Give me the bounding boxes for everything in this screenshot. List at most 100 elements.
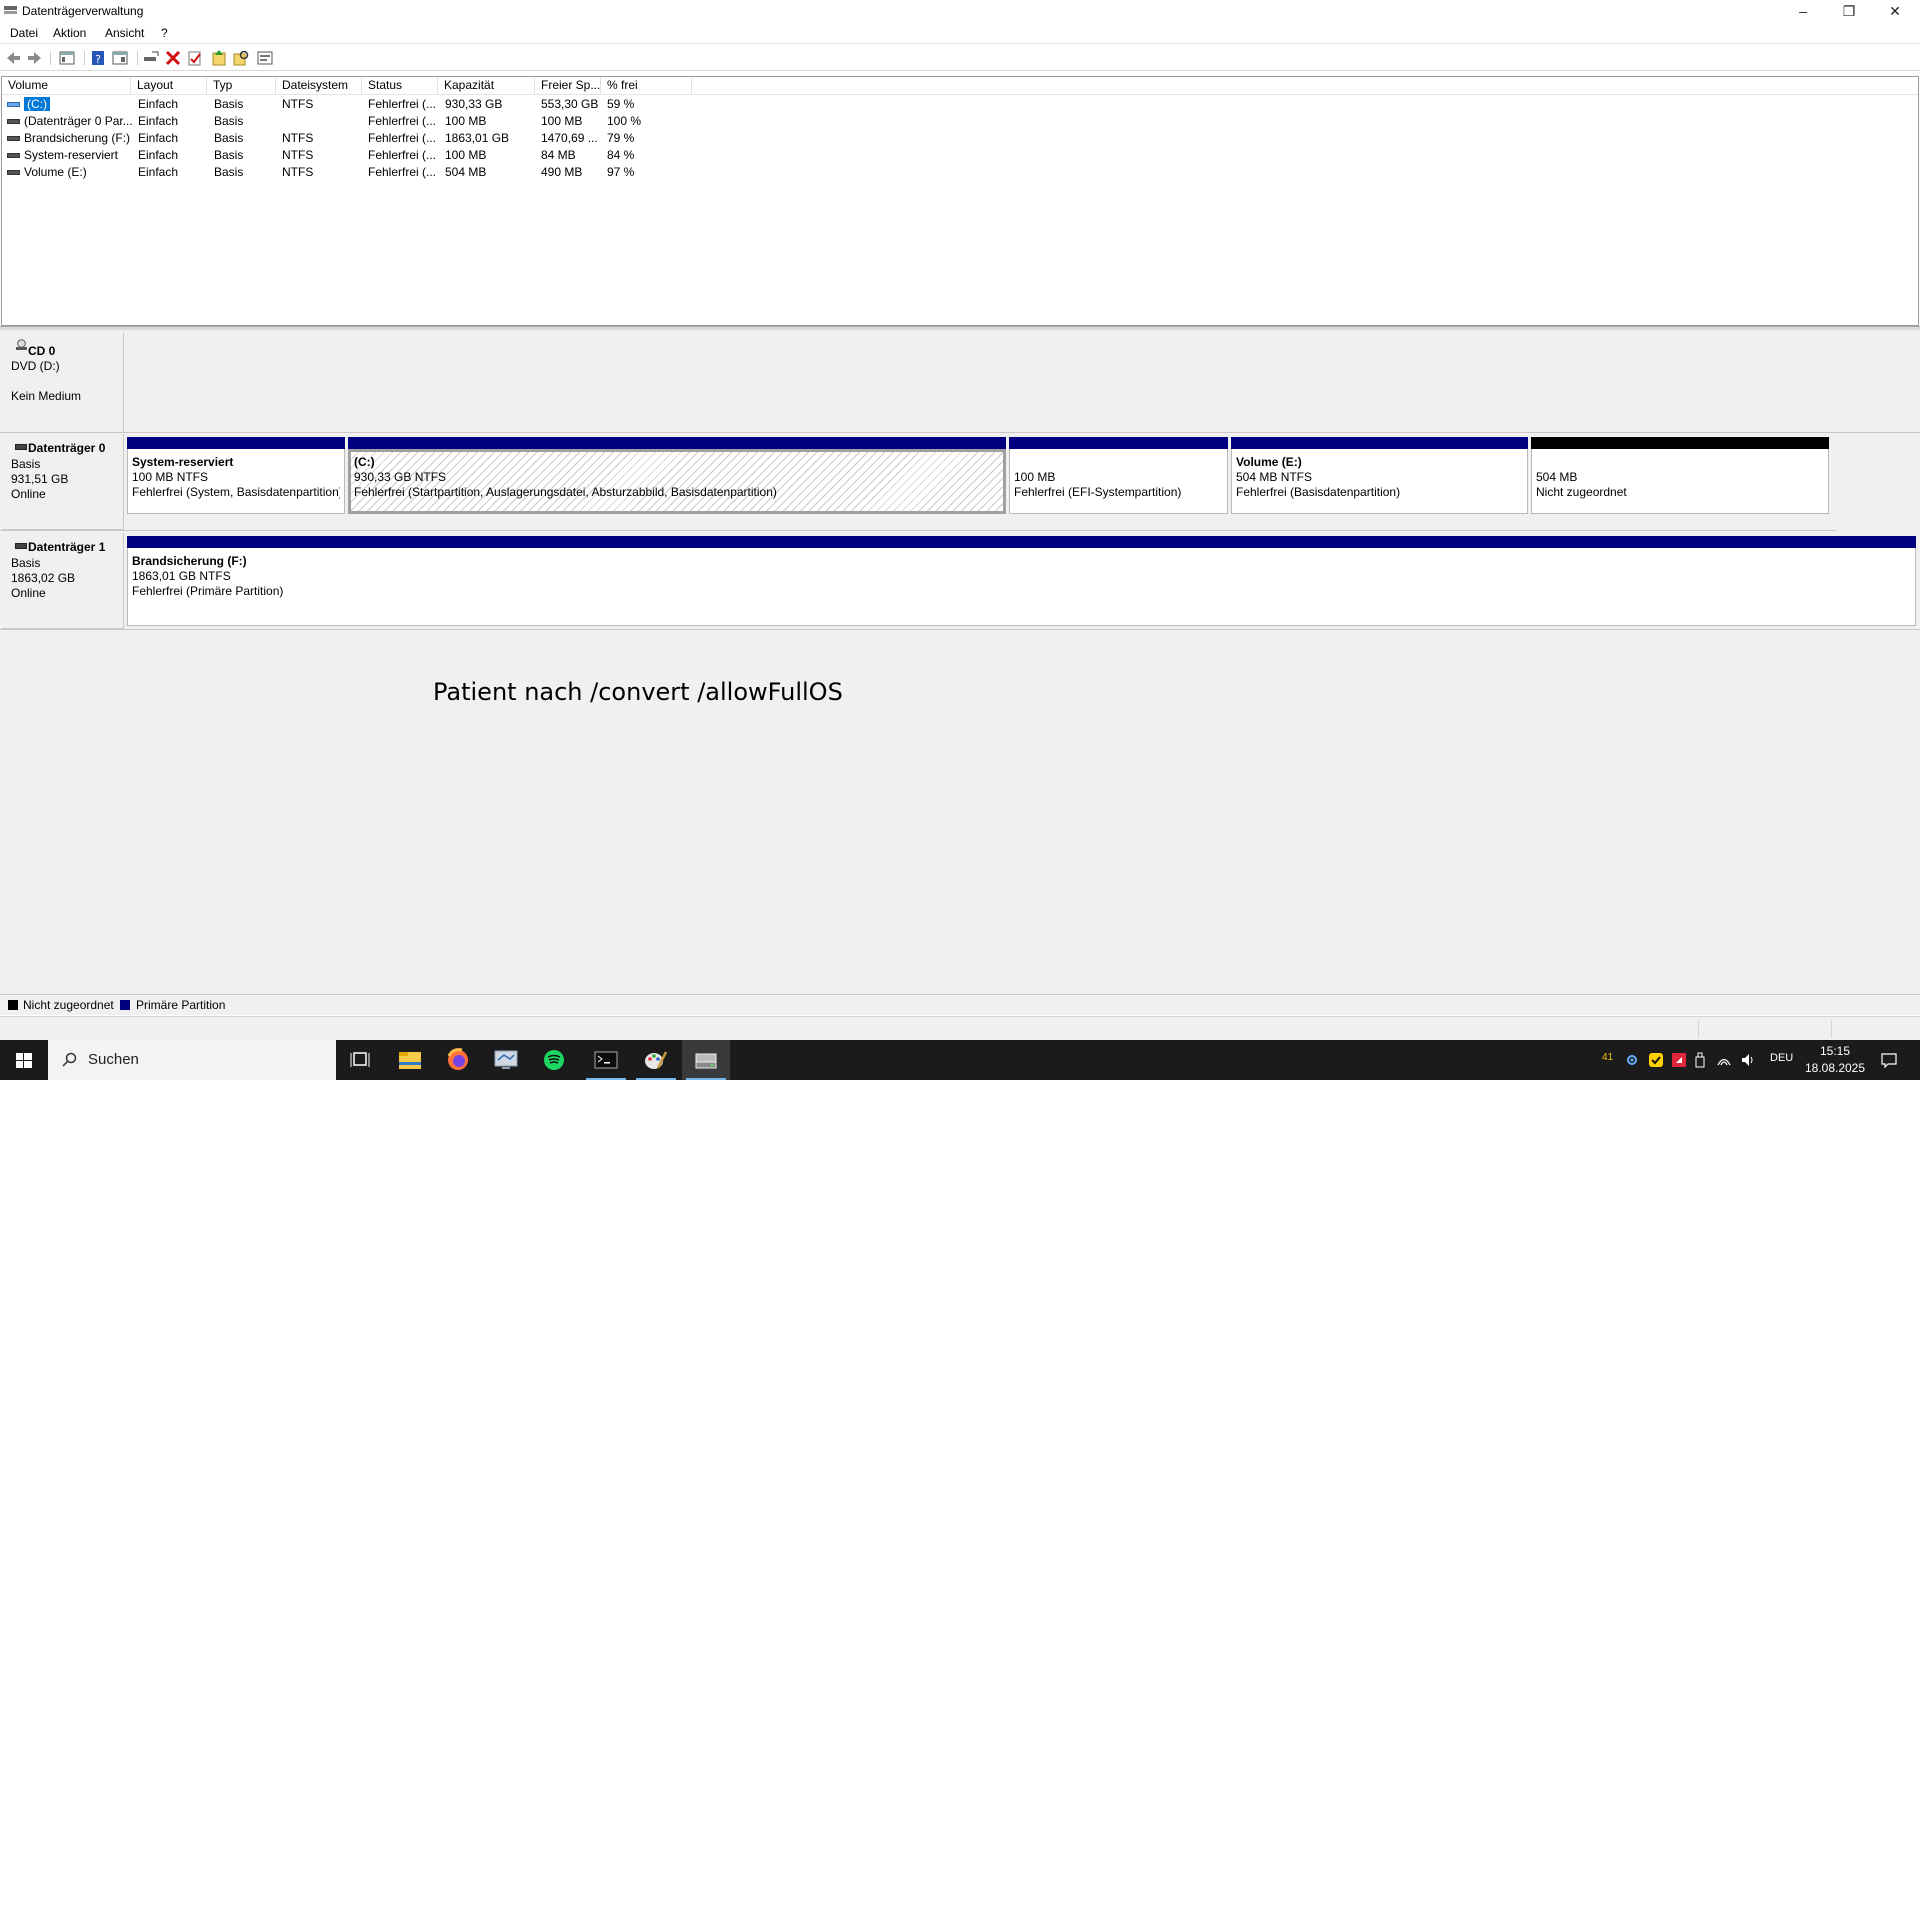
cell-capacity: 504 MB bbox=[445, 164, 486, 181]
annotation-text: Patient nach /convert /allowFullOS bbox=[433, 678, 843, 706]
cell-status-text: Fehlerfrei (... bbox=[368, 165, 437, 179]
column-status[interactable]: Status bbox=[362, 77, 438, 94]
partition-body: Brandsicherung (F:) 1863,01 GB NTFS Fehl… bbox=[127, 548, 1916, 626]
properties-icon[interactable] bbox=[111, 49, 129, 67]
partition-name bbox=[1014, 455, 1223, 470]
disk-management-button[interactable] bbox=[682, 1040, 730, 1080]
cell-layout-text: Einfach bbox=[138, 97, 179, 111]
forward-icon[interactable] bbox=[26, 49, 44, 67]
menu-aktion[interactable]: Aktion bbox=[53, 26, 86, 40]
partition-body: Volume (E:) 504 MB NTFS Fehlerfrei (Basi… bbox=[1231, 449, 1528, 514]
volume-row[interactable]: System-reserviert Einfach Basis NTFS Fehlerf… bbox=[2, 147, 1918, 164]
console-tree-icon[interactable] bbox=[58, 49, 76, 67]
volume-row[interactable]: (C:) Einfach Basis NTFS Fehlerfrei (... 930,3… bbox=[2, 96, 1918, 113]
cell-status: Fehlerfrei (... bbox=[368, 164, 436, 181]
notification-center-icon[interactable] bbox=[1880, 1052, 1898, 1068]
cell-percent-free-text: 79 % bbox=[607, 131, 635, 145]
connect-icon[interactable] bbox=[142, 49, 160, 67]
paint-button[interactable] bbox=[632, 1040, 680, 1080]
toolbar: ? bbox=[0, 46, 1920, 71]
delete-icon[interactable] bbox=[164, 49, 182, 67]
back-icon[interactable] bbox=[4, 49, 22, 67]
restore-button[interactable]: ❐ bbox=[1826, 0, 1872, 22]
partition-volume-e[interactable]: Volume (E:) 504 MB NTFS Fehlerfrei (Basi… bbox=[1231, 437, 1528, 514]
gear-icon[interactable] bbox=[1625, 1052, 1639, 1068]
cell-free-space-text: 490 MB bbox=[541, 165, 583, 179]
column-freier-speicher[interactable]: Freier Sp... bbox=[535, 77, 601, 94]
partition-system-reserved[interactable]: System-reserviert 100 MB NTFS Fehlerfrei… bbox=[127, 437, 345, 514]
file-explorer-icon[interactable] bbox=[386, 1040, 434, 1080]
column-dateisystem[interactable]: Dateisystem bbox=[276, 77, 362, 94]
amd-icon[interactable] bbox=[1671, 1052, 1687, 1068]
volume-row[interactable]: (Datenträger 0 Par... Einfach Basis Fehlerf… bbox=[2, 113, 1918, 130]
cell-layout-text: Einfach bbox=[138, 131, 179, 145]
tray-badge-count[interactable]: 41 bbox=[1602, 1052, 1613, 1068]
disk-name: Datenträger 1 bbox=[28, 540, 106, 554]
task-view-icon[interactable] bbox=[336, 1040, 384, 1080]
partition-status: Fehlerfrei (Startpartition, Auslagerungs… bbox=[354, 485, 777, 499]
cell-status-text: Fehlerfrei (... bbox=[368, 97, 437, 111]
cell-type: Basis bbox=[214, 130, 243, 147]
cell-layout-text: Einfach bbox=[138, 148, 179, 162]
partition-bar bbox=[127, 536, 1916, 548]
usb-drive-icon[interactable] bbox=[1694, 1052, 1706, 1068]
windows-start-icon[interactable] bbox=[0, 1040, 48, 1080]
terminal-button[interactable] bbox=[582, 1040, 630, 1080]
remote-desktop-icon[interactable] bbox=[482, 1040, 530, 1080]
menu-datei[interactable]: Datei bbox=[10, 26, 38, 40]
cell-filesystem-text: NTFS bbox=[282, 131, 314, 145]
settings-icon[interactable] bbox=[256, 49, 274, 67]
cell-status: Fehlerfrei (... bbox=[368, 113, 436, 130]
disk-label-disk0[interactable]: Datenträger 0 Basis 931,51 GB Online bbox=[2, 434, 124, 530]
cell-volume-text: System-reserviert bbox=[24, 148, 119, 162]
column-kapazitaet[interactable]: Kapazität bbox=[438, 77, 535, 94]
cell-status: Fehlerfrei (... bbox=[368, 147, 436, 164]
system-clock[interactable]: 15:15 18.08.2025 bbox=[1797, 1043, 1873, 1077]
partition-name: Volume (E:) bbox=[1236, 455, 1302, 469]
partition-status: Fehlerfrei (Basisdatenpartition) bbox=[1236, 485, 1401, 499]
cell-free-space: 490 MB bbox=[541, 164, 582, 181]
status-separator bbox=[1831, 1020, 1832, 1038]
column-layout[interactable]: Layout bbox=[131, 77, 207, 94]
partition-brandsicherung[interactable]: Brandsicherung (F:) 1863,01 GB NTFS Fehl… bbox=[127, 536, 1916, 626]
minimize-button[interactable]: – bbox=[1780, 0, 1826, 22]
column-volume[interactable]: Volume bbox=[2, 77, 131, 94]
partition-size: 930,33 GB NTFS bbox=[354, 470, 447, 484]
disk-type: Basis bbox=[11, 457, 41, 471]
menu-help[interactable]: ? bbox=[161, 26, 168, 40]
legend-swatch-unallocated bbox=[8, 1000, 18, 1010]
search-disk-icon[interactable] bbox=[232, 49, 250, 67]
check-icon[interactable] bbox=[186, 49, 204, 67]
help-icon[interactable]: ? bbox=[89, 49, 107, 67]
terminal-icon bbox=[594, 1051, 618, 1069]
running-indicator bbox=[686, 1078, 726, 1080]
cell-type: Basis bbox=[214, 113, 243, 130]
disk-row-separator bbox=[0, 629, 1920, 630]
column-typ[interactable]: Typ bbox=[207, 77, 276, 94]
partition-unallocated[interactable]: 504 MB Nicht zugeordnet bbox=[1531, 437, 1829, 514]
volume-icon[interactable] bbox=[1740, 1052, 1756, 1068]
partition-bar bbox=[348, 437, 1006, 449]
import-icon[interactable] bbox=[210, 49, 228, 67]
menu-ansicht[interactable]: Ansicht bbox=[105, 26, 144, 40]
cell-percent-free: 97 % bbox=[607, 164, 634, 181]
volume-row[interactable]: Brandsicherung (F:) Einfach Basis NTFS Fehle… bbox=[2, 130, 1918, 147]
input-language[interactable]: DEU bbox=[1770, 1052, 1793, 1068]
disk-label-disk1[interactable]: Datenträger 1 Basis 1863,02 GB Online bbox=[2, 533, 124, 629]
cell-percent-free: 59 % bbox=[607, 96, 634, 113]
disk-label-cd0[interactable]: CD 0 DVD (D:) Kein Medium bbox=[2, 333, 124, 433]
wifi-icon[interactable] bbox=[1716, 1052, 1732, 1068]
volume-row[interactable]: Volume (E:) Einfach Basis NTFS Fehlerfrei (.… bbox=[2, 164, 1918, 181]
norton-icon[interactable] bbox=[1648, 1052, 1664, 1068]
close-button[interactable]: ✕ bbox=[1872, 0, 1918, 22]
partition-size: 100 MB NTFS bbox=[132, 470, 209, 484]
partition-c-drive[interactable]: (C:) 930,33 GB NTFS Fehlerfrei (Startpar… bbox=[348, 437, 1006, 514]
firefox-icon[interactable] bbox=[434, 1040, 482, 1080]
cell-free-space-text: 1470,69 ... bbox=[541, 131, 598, 145]
spotify-icon[interactable] bbox=[530, 1040, 578, 1080]
taskbar-search-box[interactable]: Suchen bbox=[48, 1040, 336, 1080]
partition-efi[interactable]: 100 MB Fehlerfrei (EFI-Systempartition) bbox=[1009, 437, 1228, 514]
disk-type: Basis bbox=[11, 556, 41, 570]
column-prozent-frei[interactable]: % frei bbox=[601, 77, 692, 94]
partition-status: Fehlerfrei (Primäre Partition) bbox=[132, 584, 284, 598]
